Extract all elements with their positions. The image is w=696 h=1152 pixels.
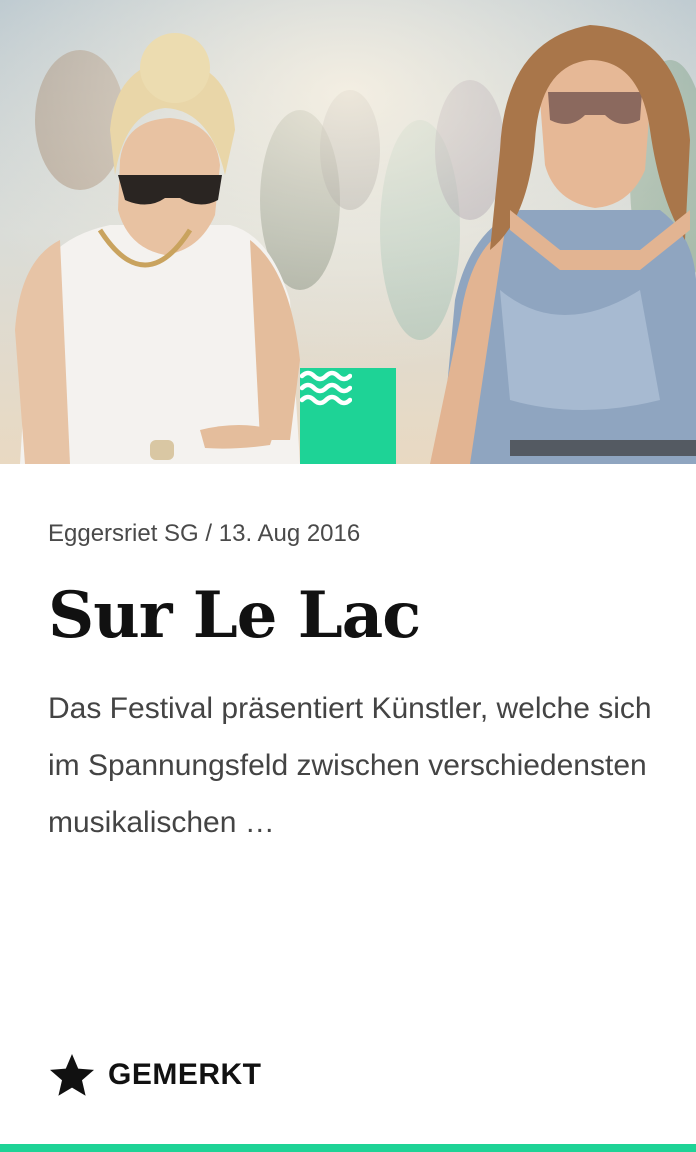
- event-title[interactable]: Sur Le Lac: [48, 578, 421, 653]
- meta-separator: /: [205, 520, 213, 547]
- event-date: 13. Aug 2016: [218, 520, 361, 547]
- event-description: Das Festival präsentiert Künstler, welch…: [48, 692, 652, 839]
- bookmark-label: GEMERKT: [108, 1058, 262, 1091]
- star-icon: [50, 1054, 94, 1096]
- category-badge[interactable]: [300, 368, 396, 464]
- waves-icon: [300, 370, 352, 406]
- event-hero-image[interactable]: [0, 0, 696, 464]
- bookmark-button[interactable]: GEMERKT: [48, 1050, 262, 1100]
- event-location: Eggersriet SG: [48, 520, 199, 547]
- event-meta: Eggersriet SG / 13. Aug 2016: [48, 520, 360, 548]
- accent-bar: [0, 1144, 696, 1152]
